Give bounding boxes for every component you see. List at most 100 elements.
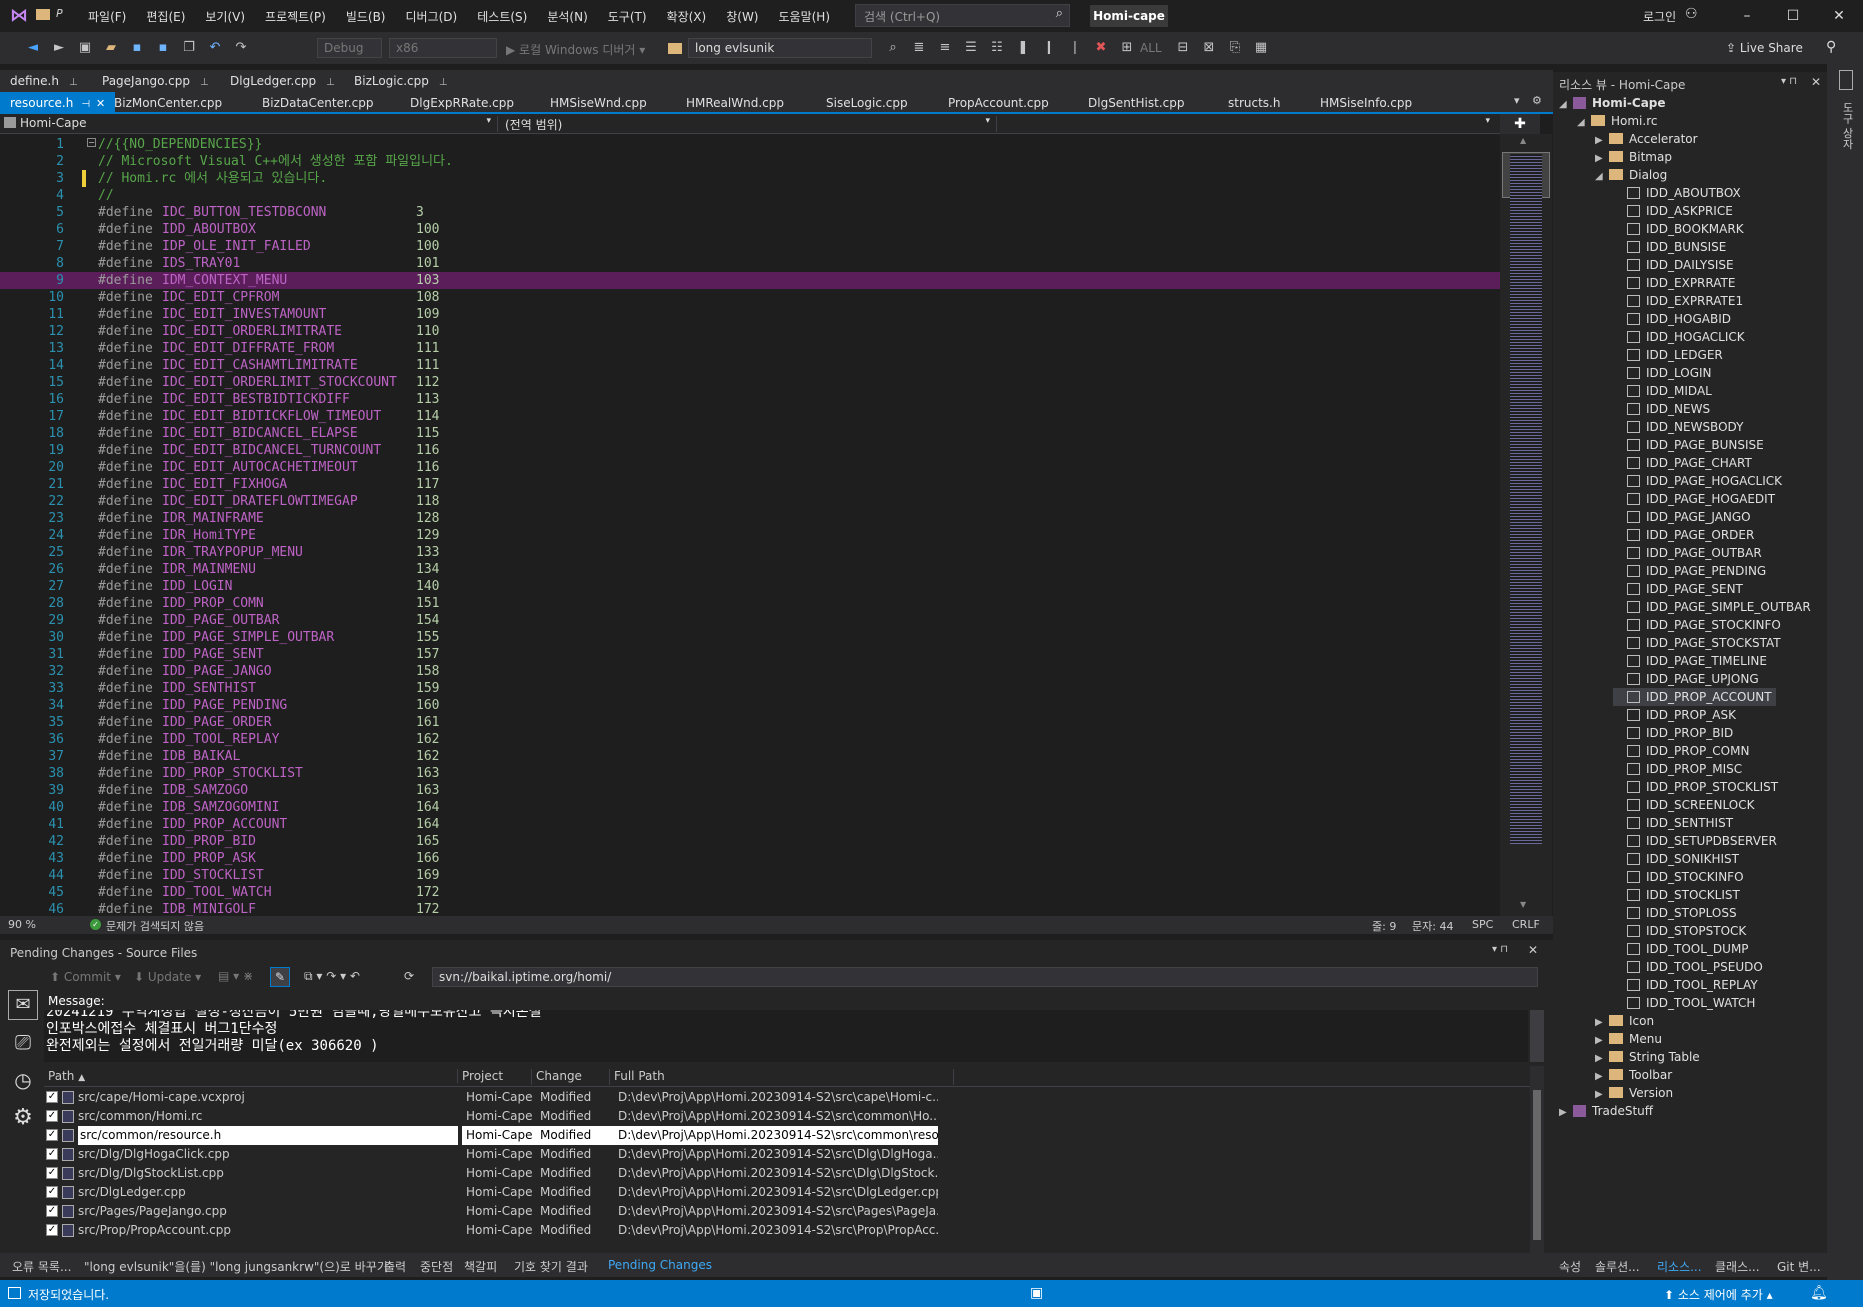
row-checkbox[interactable]: ✓ — [46, 1167, 58, 1179]
tab-settings-icon[interactable]: ⚙ — [1532, 94, 1542, 107]
tree-folder[interactable]: ▶ Menu — [1595, 1030, 1662, 1048]
tree-root-project[interactable]: ▶ TradeStuff — [1559, 1102, 1653, 1120]
tree-dialog-item[interactable]: IDD_BUNSISE — [1613, 238, 1726, 256]
code-editor[interactable]: − ✎ 1//{{NO_DEPENDENCIES}}2// Microsoft … — [0, 134, 1500, 916]
tree-dialog-item[interactable]: IDD_PAGE_OUTBAR — [1613, 544, 1762, 562]
zoom-level[interactable]: 90 % — [8, 918, 36, 931]
code-line[interactable]: 26 #define IDR_MAINMENU 134 — [0, 561, 1500, 578]
tree-dialog-item[interactable]: IDD_ASKPRICE — [1613, 202, 1733, 220]
tree-dialog-item[interactable]: IDD_PROP_ASK — [1613, 706, 1736, 724]
branch-select[interactable]: long evlsunik — [688, 38, 872, 58]
search-menu-icon[interactable]: 𝘗 — [56, 7, 63, 20]
table-row[interactable]: ✓ src/common/Homi.rc Homi-Cape Modified D:\d… — [44, 1107, 944, 1126]
tree-dialog-item[interactable]: IDD_PROP_ACCOUNT — [1613, 688, 1776, 706]
menu-item[interactable]: 도움말(H) — [779, 8, 831, 25]
code-line[interactable]: 31 #define IDD_PAGE_SENT 157 — [0, 646, 1500, 663]
pin-icon[interactable]: ⊥ — [200, 77, 209, 88]
tree-folder[interactable]: ▶ Accelerator — [1595, 130, 1698, 148]
document-tab[interactable]: BizMonCenter.cpp — [104, 92, 232, 114]
code-line[interactable]: 18 #define IDC_EDIT_BIDCANCEL_ELAPSE 115 — [0, 425, 1500, 442]
commit-button[interactable]: ⬆ Commit ▾ — [50, 970, 121, 984]
resview-options-icon[interactable]: ▾ ⊓ — [1781, 76, 1797, 87]
tree-dialog-item[interactable]: IDD_MIDAL — [1613, 382, 1712, 400]
menu-item[interactable]: 편집(E) — [146, 8, 185, 25]
layout-icon[interactable]: ▦ — [1252, 39, 1270, 57]
open-icon[interactable]: ▰ — [102, 39, 120, 57]
tree-folder[interactable]: ▶ String Table — [1595, 1048, 1700, 1066]
view-options-icon[interactable]: ▤ ▾ ⋇ — [218, 969, 253, 983]
col-fullpath[interactable]: Full Path — [614, 1069, 954, 1085]
line-indicator[interactable]: 줄: 9 — [1372, 918, 1396, 934]
code-line[interactable]: 1 //{{NO_DEPENDENCIES}} — [0, 136, 1500, 153]
collapse-arrow-icon[interactable]: ◢ — [1559, 96, 1573, 114]
document-tab[interactable]: structs.h — [1218, 92, 1290, 114]
tree-dialog-item[interactable]: IDD_SONIKHIST — [1613, 850, 1739, 868]
redo-icon[interactable]: ↷ — [232, 39, 250, 57]
menu-item[interactable]: 분석(N) — [547, 8, 587, 25]
tree-dialog-item[interactable]: IDD_PROP_BID — [1613, 724, 1733, 742]
message-scrollbar[interactable] — [1530, 1010, 1544, 1062]
attach-icon[interactable]: ⎘ — [1226, 39, 1244, 57]
menu-item[interactable]: 빌드(B) — [346, 8, 386, 25]
collapse-arrow-icon[interactable]: ◢ — [1595, 168, 1609, 186]
document-tab[interactable]: BizDataCenter.cpp — [252, 92, 383, 114]
resview-close-icon[interactable]: ✕ — [1811, 75, 1821, 89]
code-line[interactable]: 15 #define IDC_EDIT_ORDERLIMIT_STOCKCOUNT 1… — [0, 374, 1500, 391]
tree-dialog-item[interactable]: IDD_PAGE_STOCKSTAT — [1613, 634, 1781, 652]
code-line[interactable]: 19 #define IDC_EDIT_BIDCANCEL_TURNCOUNT 116 — [0, 442, 1500, 459]
code-line[interactable]: 40 #define IDB_SAMZOGOMINI 164 — [0, 799, 1500, 816]
right-panel-tab[interactable]: 클래스... — [1715, 1258, 1760, 1275]
code-line[interactable]: 33 #define IDD_SENTHIST 159 — [0, 680, 1500, 697]
feedback-icon[interactable]: ⚲ — [1826, 39, 1836, 55]
tree-dialog-item[interactable]: IDD_PAGE_CHART — [1613, 454, 1752, 472]
tree-folder[interactable]: ◢ Dialog — [1595, 166, 1667, 184]
tree-dialog-item[interactable]: IDD_PAGE_PENDING — [1613, 562, 1766, 580]
tree-folder[interactable]: ▶ Version — [1595, 1084, 1673, 1102]
tree-dialog-item[interactable]: IDD_NEWSBODY — [1613, 418, 1743, 436]
menu-item[interactable]: 디버그(D) — [406, 8, 458, 25]
prev-bookmark-icon[interactable]: ❙ — [1040, 39, 1058, 57]
tree-dialog-item[interactable]: IDD_PAGE_STOCKINFO — [1613, 616, 1781, 634]
bottom-tab[interactable]: 오류 목록... — [12, 1258, 71, 1275]
tree-dialog-item[interactable]: IDD_PAGE_UPJONG — [1613, 670, 1759, 688]
folder-open-icon[interactable] — [36, 9, 50, 20]
row-checkbox[interactable]: ✓ — [46, 1148, 58, 1160]
outdent-icon[interactable]: ≡ — [936, 39, 954, 57]
scroll-down-icon[interactable]: ▼ — [1520, 900, 1526, 909]
run-debugger-button[interactable]: ▶ 로컬 Windows 디버거 ▾ — [506, 41, 645, 58]
uncomment-icon[interactable]: ☷ — [988, 39, 1006, 57]
settings-gear-icon[interactable]: ⚙ — [8, 1104, 38, 1134]
table-row[interactable]: ✓ src/cape/Homi-cape.vcxproj Homi-Cape Modi… — [44, 1088, 944, 1107]
tab-overflow-icon[interactable]: ▾ — [1514, 94, 1520, 107]
right-panel-tab[interactable]: Git 변... — [1777, 1258, 1821, 1275]
panel-options-icon[interactable]: ▾ ⊓ — [1492, 944, 1508, 955]
document-tab[interactable]: BizLogic.cpp ⊥ — [344, 70, 458, 92]
line-ending-indicator[interactable]: CRLF — [1512, 918, 1540, 931]
tree-root-project[interactable]: ◢ Homi-Cape — [1559, 94, 1666, 112]
tree-dialog-item[interactable]: IDD_PAGE_HOGACLICK — [1613, 472, 1782, 490]
tree-dialog-item[interactable]: IDD_HOGABID — [1613, 310, 1731, 328]
row-checkbox[interactable]: ✓ — [46, 1205, 58, 1217]
table-scrollbar[interactable] — [1530, 1066, 1544, 1256]
tree-dialog-item[interactable]: IDD_LEDGER — [1613, 346, 1723, 364]
user-icon[interactable]: ⚇ — [1685, 6, 1698, 22]
scope-nav-select[interactable]: (전역 범위) ▾ — [505, 116, 997, 132]
minimize-button[interactable]: – — [1724, 0, 1770, 32]
save-all-icon[interactable]: ▪ — [154, 39, 172, 57]
table-row[interactable]: ✓ src/Dlg/DlgStockList.cpp Homi-Cape Modifi… — [44, 1164, 944, 1183]
live-share-button[interactable]: ⇪ Live Share — [1726, 41, 1803, 55]
code-line[interactable]: 27 #define IDD_LOGIN 140 — [0, 578, 1500, 595]
expand-arrow-icon[interactable]: ▶ — [1559, 1104, 1573, 1122]
code-line[interactable]: 30 #define IDD_PAGE_SIMPLE_OUTBAR 155 — [0, 629, 1500, 646]
tree-dialog-item[interactable]: IDD_LOGIN — [1613, 364, 1712, 382]
table-scroll-thumb[interactable] — [1533, 1090, 1541, 1240]
close-window-button[interactable]: ✕ — [1816, 0, 1862, 32]
pin-icon[interactable]: ⊥ — [69, 77, 78, 88]
menu-item[interactable]: 테스트(S) — [477, 8, 527, 25]
menu-item[interactable]: 창(W) — [726, 8, 758, 25]
document-tab[interactable]: HMRealWnd.cpp — [676, 92, 794, 114]
tree-dialog-item[interactable]: IDD_TOOL_REPLAY — [1613, 976, 1758, 994]
back-icon[interactable]: ◄ — [24, 39, 42, 57]
code-line[interactable]: 43 #define IDD_PROP_ASK 166 — [0, 850, 1500, 867]
bottom-tab[interactable]: 기호 찾기 결과 — [514, 1258, 588, 1275]
